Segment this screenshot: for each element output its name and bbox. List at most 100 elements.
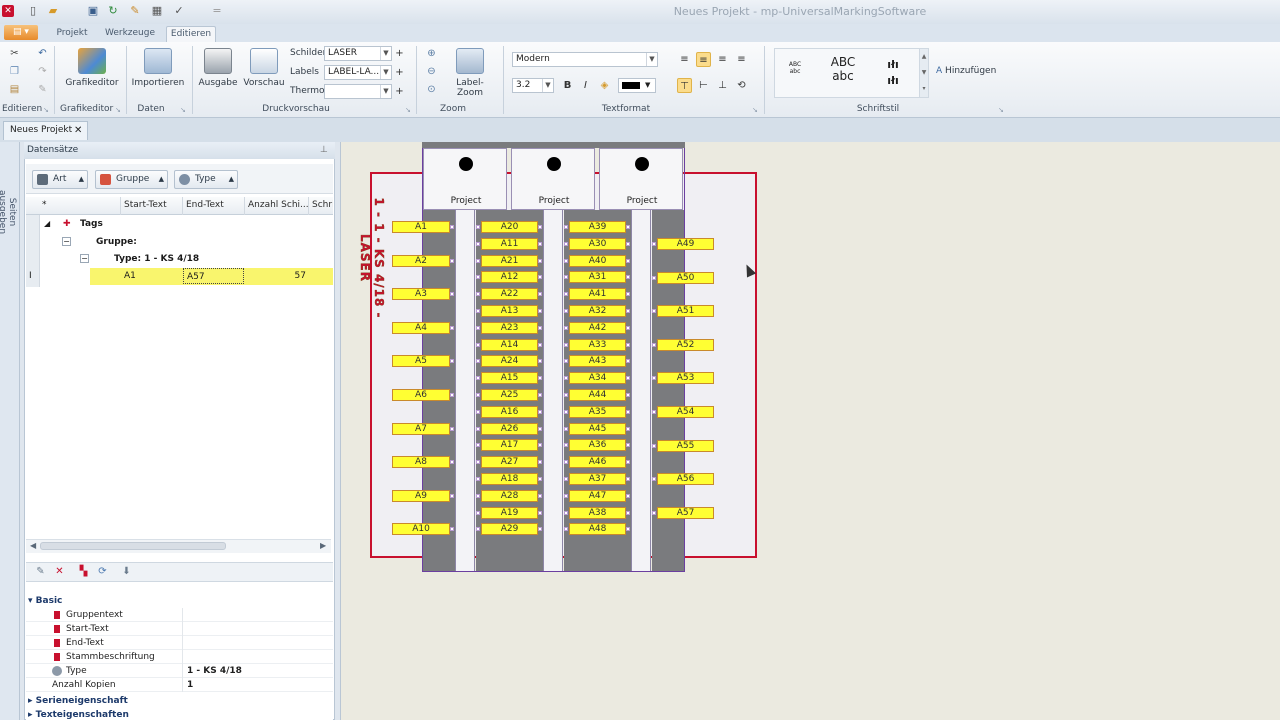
format-icon[interactable]: ✎ [35, 82, 50, 97]
marker-label[interactable]: A40 [569, 254, 626, 267]
property-row[interactable]: End-Text [26, 636, 333, 650]
font-name-select[interactable]: Modern ▼ [512, 52, 658, 67]
cut-icon[interactable]: ✂ [7, 46, 22, 61]
tree-gruppe[interactable]: Gruppe: [96, 234, 137, 250]
marker-label[interactable]: A26 [481, 422, 538, 435]
marker-label[interactable]: A2 [392, 254, 450, 267]
grafikeditor-button[interactable]: Grafikeditor [64, 48, 120, 88]
marker-label[interactable]: A17 [481, 439, 538, 452]
marker-label[interactable]: A37 [569, 473, 626, 485]
delete-icon[interactable]: ✕ [52, 564, 67, 579]
style-small-caps-icon[interactable]: ABC abc [783, 61, 807, 75]
property-row[interactable]: Type 1 - KS 4/18 [26, 664, 333, 678]
filter-icon[interactable]: ⬇ [119, 564, 134, 579]
property-value[interactable] [182, 608, 187, 622]
header-label[interactable]: Project [512, 196, 596, 206]
marker-label[interactable]: A25 [481, 389, 538, 401]
marker-label[interactable]: A5 [392, 355, 450, 368]
scrollbar-thumb[interactable] [40, 542, 226, 550]
valign-middle-icon[interactable]: ⊢ [696, 78, 711, 93]
scroll-right-icon[interactable]: ▶ [320, 541, 326, 550]
marker-label[interactable]: A51 [657, 305, 714, 318]
zoom-fit-icon[interactable]: ⊙ [424, 82, 439, 97]
marker-label[interactable]: A33 [569, 338, 626, 351]
property-value[interactable]: 1 [182, 678, 193, 692]
color-select[interactable]: ▼ [618, 78, 656, 93]
copy-icon[interactable]: ❐ [7, 64, 22, 79]
collapse-icon[interactable]: − [62, 237, 71, 246]
align-left-icon[interactable]: ≡ [677, 52, 692, 67]
marker-label[interactable]: A54 [657, 406, 714, 418]
marker-label[interactable]: A3 [392, 288, 450, 301]
property-value[interactable] [182, 650, 187, 664]
property-value[interactable]: 1 - KS 4/18 [182, 664, 242, 678]
align-right-icon[interactable]: ≡ [715, 52, 730, 67]
marker-label[interactable]: A49 [657, 238, 714, 250]
close-icon[interactable]: ✕ [74, 122, 82, 139]
marker-label[interactable]: A46 [569, 456, 626, 469]
header-label[interactable]: Project [600, 196, 684, 206]
marker-label[interactable]: A11 [481, 237, 538, 250]
paste-icon[interactable]: ▤ [7, 82, 22, 97]
marker-label[interactable]: A21 [481, 254, 538, 267]
wand-icon[interactable]: ✎ [128, 4, 142, 18]
thermo-add-icon[interactable]: + [392, 84, 407, 99]
grid-icon[interactable]: ▦ [150, 4, 164, 18]
group-textformat-launcher[interactable]: ↘ [752, 106, 758, 114]
valign-bottom-icon[interactable]: ⊥ [715, 78, 730, 93]
importieren-button[interactable]: Importieren [130, 48, 186, 88]
valign-top-icon[interactable]: ⊤ [677, 78, 692, 93]
cell-count[interactable]: 57 [244, 268, 306, 284]
labels-select[interactable]: LABEL-LA... ▼ [324, 65, 392, 80]
marker-label[interactable]: A14 [481, 338, 538, 351]
header-block[interactable]: Project [599, 148, 683, 210]
marker-label[interactable]: A29 [481, 523, 538, 536]
vorschau-button[interactable]: Vorschau [242, 48, 286, 88]
cell-start-text[interactable]: A1 [124, 268, 136, 284]
property-row[interactable]: Gruppentext [26, 608, 333, 622]
label-zoom-button[interactable]: Label-Zoom [444, 48, 496, 98]
column-start-text[interactable]: Start-Text [120, 197, 182, 215]
property-value[interactable] [182, 636, 187, 650]
schilder-select[interactable]: LASER ▼ [324, 46, 392, 61]
group-editieren-launcher[interactable]: ↘ [43, 106, 49, 114]
font-size-select[interactable]: 3.2 ▼ [512, 78, 554, 93]
marker-label[interactable]: A1 [392, 221, 450, 233]
marker-label[interactable]: A55 [657, 439, 714, 452]
property-row[interactable]: Start-Text [26, 622, 333, 636]
pin-icon[interactable]: ⊥ [320, 142, 328, 159]
marker-label[interactable]: A22 [481, 288, 538, 301]
thermo-select[interactable]: ▼ [324, 84, 392, 99]
hinzufuegen-button[interactable]: A Hinzufügen [936, 66, 996, 76]
marker-label[interactable]: A16 [481, 405, 538, 418]
labels-add-icon[interactable]: + [392, 65, 407, 80]
marker-label[interactable]: A13 [481, 305, 538, 317]
redo-icon[interactable]: ↷ [35, 64, 50, 79]
marker-label[interactable]: A30 [569, 237, 626, 250]
marker-label[interactable]: A9 [392, 489, 450, 502]
cell-end-text[interactable]: A57 [183, 268, 244, 284]
marker-label[interactable]: A19 [481, 506, 538, 519]
marker-label[interactable]: A41 [569, 288, 626, 301]
marker-label[interactable]: A36 [569, 439, 626, 452]
property-value[interactable] [182, 622, 187, 636]
header-block[interactable]: Project [511, 148, 595, 210]
marker-label[interactable]: A20 [481, 221, 538, 233]
property-row[interactable]: Stammbeschriftung [26, 650, 333, 664]
marker-label[interactable]: A44 [569, 389, 626, 401]
tree-tags[interactable]: Tags [80, 216, 103, 232]
rotate-text-icon[interactable]: ⟲ [734, 78, 749, 93]
collapse-icon[interactable]: ◢ [44, 216, 50, 232]
tab-projekt[interactable]: Projekt [52, 26, 92, 42]
file-menu-button[interactable]: ▤ ▾ [4, 25, 38, 40]
refresh-icon[interactable]: ↻ [106, 4, 120, 18]
marker-label[interactable]: A27 [481, 456, 538, 469]
column-schri[interactable]: Schri [308, 197, 333, 215]
group-schriftstil-launcher[interactable]: ↘ [998, 106, 1004, 114]
tree-type[interactable]: Type: 1 - KS 4/18 [114, 251, 199, 267]
marker-label[interactable]: A50 [657, 271, 714, 284]
marker-label[interactable]: A24 [481, 355, 538, 368]
new-icon[interactable]: ▯ [26, 4, 40, 18]
tag-icon[interactable]: ▚ [76, 564, 91, 579]
column-anzahl[interactable]: Anzahl Schi... [244, 197, 308, 215]
